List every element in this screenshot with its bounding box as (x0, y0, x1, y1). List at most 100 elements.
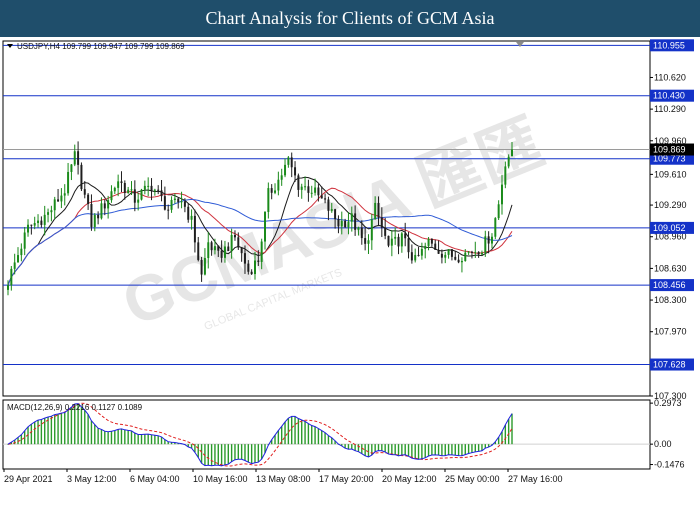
price-axis-tick-label: 109.610 (654, 169, 687, 179)
macd-histogram-bar (104, 431, 106, 445)
candle-body (163, 196, 166, 210)
macd-histogram-bar (97, 428, 99, 445)
candle-body (123, 183, 126, 193)
macd-histogram-bar (134, 433, 136, 445)
candle-body (384, 227, 387, 236)
macd-histogram-bar (257, 444, 260, 463)
macd-histogram-bar (144, 434, 146, 445)
level-label: 110.955 (653, 40, 685, 50)
candle-body (380, 217, 383, 228)
macd-histogram-bar (407, 444, 410, 457)
candle-body (420, 248, 423, 256)
candle-body (424, 245, 427, 249)
candle-body (284, 164, 287, 176)
macd-histogram-bar (244, 444, 246, 461)
candle-body (70, 164, 73, 172)
macd-histogram-bar (437, 444, 440, 456)
macd-histogram-bar (224, 444, 226, 465)
macd-histogram-bar (217, 444, 219, 466)
candle-body (47, 212, 50, 215)
candle-body (147, 185, 150, 187)
candle-body (57, 199, 60, 202)
candle-body (13, 262, 16, 269)
macd-histogram-bar (114, 430, 116, 445)
macd-histogram-bar (324, 432, 326, 445)
macd-histogram-bar (87, 414, 89, 445)
candle-body (167, 209, 170, 211)
macd-histogram-bar (291, 416, 293, 445)
level-label: 107.628 (653, 360, 686, 370)
macd-histogram-bar (367, 444, 370, 457)
candle-body (274, 190, 277, 193)
candle-body (400, 233, 403, 247)
candle-body (364, 238, 367, 244)
candle-body (414, 254, 417, 261)
macd-histogram-bar (150, 434, 153, 445)
candle-body (480, 252, 483, 255)
macd-pane-title: MACD(12,26,9) 0.2216 0.1127 0.1089 (7, 403, 143, 412)
candle-body (103, 203, 106, 209)
candle-body (490, 236, 493, 244)
candle-body (43, 214, 46, 225)
price-axis-tick-label: 108.630 (654, 263, 687, 273)
macd-histogram-bar (230, 444, 233, 462)
candle-body (454, 256, 457, 260)
macd-histogram-bar (294, 416, 296, 445)
candle-body (153, 189, 156, 191)
macd-histogram-bar (384, 444, 386, 452)
macd-histogram-bar (444, 444, 446, 456)
chart-svg: 110.955110.620110.290109.960109.610109.2… (2, 39, 694, 484)
macd-histogram-bar (30, 424, 33, 445)
candle-body (264, 211, 267, 242)
macd-histogram-bar (421, 444, 423, 459)
candle-body (374, 202, 377, 220)
candle-body (314, 187, 317, 193)
macd-histogram-bar (381, 444, 383, 451)
candle-body (504, 166, 507, 185)
macd-histogram-bar (140, 434, 143, 445)
macd-histogram-bar (401, 444, 403, 456)
candle-body (37, 220, 40, 224)
candle-body (30, 224, 33, 226)
macd-histogram-bar (37, 420, 39, 445)
macd-histogram-bar (507, 418, 510, 445)
macd-histogram-bar (321, 430, 323, 445)
candle-body (177, 198, 180, 202)
candle-body (324, 198, 327, 200)
candle-body (160, 190, 163, 197)
candle-body (250, 271, 253, 275)
candle-body (227, 246, 230, 252)
macd-histogram-bar (447, 444, 450, 455)
candle-body (430, 239, 433, 244)
candle-body (407, 238, 410, 253)
candle-body (304, 186, 307, 188)
candle-body (257, 260, 260, 262)
macd-histogram-bar (464, 444, 466, 455)
macd-histogram-bar (117, 429, 119, 445)
macd-axis-tick-label: 0.2973 (654, 398, 682, 408)
candle-body (140, 189, 143, 200)
macd-histogram-bar (277, 430, 280, 445)
macd-histogram-bar (234, 444, 236, 460)
macd-histogram-bar (154, 435, 156, 445)
candle-body (73, 151, 76, 165)
chart-area[interactable]: 110.955110.620110.290109.960109.610109.2… (0, 37, 700, 500)
candle-body (397, 236, 400, 247)
macd-histogram-bar (451, 444, 453, 455)
level-label: 109.052 (653, 223, 686, 233)
candle-body (434, 243, 437, 250)
candle-body (50, 210, 53, 213)
price-axis-tick-label: 108.300 (654, 295, 687, 305)
macd-histogram-bar (311, 425, 313, 445)
macd-histogram-bar (57, 413, 59, 445)
candle-body (67, 171, 70, 194)
level-label: 110.430 (653, 91, 685, 101)
candle-body (327, 199, 330, 211)
macd-histogram-bar (200, 444, 203, 464)
macd-histogram-bar (454, 444, 456, 456)
macd-histogram-bar (34, 421, 36, 445)
macd-histogram-bar (84, 410, 86, 445)
candle-body (210, 242, 213, 251)
candle-body (97, 214, 100, 219)
candle-body (220, 250, 223, 258)
